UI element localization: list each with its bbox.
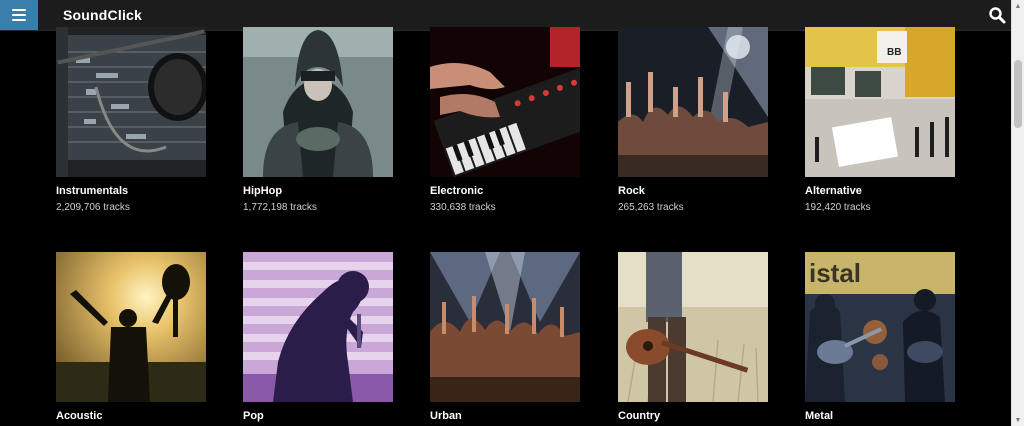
genre-card-country[interactable]: Country [618, 252, 768, 422]
genre-track-count: 330,638 tracks [430, 202, 496, 213]
menu-button[interactable] [0, 0, 38, 30]
search-icon [989, 7, 1006, 24]
search-button[interactable] [988, 6, 1006, 24]
genre-card-instrumentals[interactable]: Instrumentals 2,209,706 tracks [56, 27, 206, 213]
genre-name[interactable]: HipHop [243, 185, 393, 197]
genre-image-hiphop[interactable] [243, 27, 393, 177]
page-scrollbar[interactable]: ▲ ▼ [1011, 0, 1024, 426]
scrollbar-thumb[interactable] [1014, 60, 1022, 128]
genre-card-hiphop[interactable]: HipHop 1,772,198 tracks [243, 27, 393, 213]
genre-name[interactable]: Urban [430, 410, 580, 422]
genre-track-count: 2,209,706 tracks [56, 202, 130, 213]
genre-track-count: 1,772,198 tracks [243, 202, 317, 213]
genre-name[interactable]: Country [618, 410, 768, 422]
genre-name[interactable]: Electronic [430, 185, 580, 197]
genre-image-alternative[interactable]: BB [805, 27, 955, 177]
genre-name[interactable]: Pop [243, 410, 393, 422]
genre-image-metal[interactable]: istal [805, 252, 955, 402]
scroll-down-arrow-icon[interactable]: ▼ [1012, 414, 1024, 426]
svg-text:BB: BB [887, 47, 901, 58]
genre-card-rock[interactable]: Rock 265,263 tracks [618, 27, 768, 213]
genre-image-acoustic[interactable] [56, 252, 206, 402]
genre-card-pop[interactable]: Pop [243, 252, 393, 422]
scroll-up-arrow-icon[interactable]: ▲ [1012, 0, 1024, 12]
genre-image-urban[interactable] [430, 252, 580, 402]
site-logo[interactable]: SoundClick [63, 7, 142, 23]
svg-text:istal: istal [809, 258, 861, 288]
genre-name[interactable]: Rock [618, 185, 768, 197]
genre-card-metal[interactable]: istal Metal [805, 252, 955, 422]
genre-image-pop[interactable] [243, 252, 393, 402]
genre-image-instrumentals[interactable] [56, 27, 206, 177]
genre-name[interactable]: Instrumentals [56, 185, 206, 197]
genre-image-country[interactable] [618, 252, 768, 402]
genre-card-alternative[interactable]: BB Alternative 192,420 tracks [805, 27, 955, 213]
genre-name[interactable]: Alternative [805, 185, 955, 197]
genre-name[interactable]: Metal [805, 410, 955, 422]
genre-card-acoustic[interactable]: Acoustic [56, 252, 206, 422]
hamburger-menu-icon [12, 9, 26, 21]
genre-image-rock[interactable] [618, 27, 768, 177]
genre-image-electronic[interactable] [430, 27, 580, 177]
genre-card-electronic[interactable]: Electronic 330,638 tracks [430, 27, 580, 213]
genre-name[interactable]: Acoustic [56, 410, 206, 422]
genre-track-count: 192,420 tracks [805, 202, 871, 213]
genre-track-count: 265,263 tracks [618, 202, 684, 213]
genre-card-urban[interactable]: Urban [430, 252, 580, 422]
